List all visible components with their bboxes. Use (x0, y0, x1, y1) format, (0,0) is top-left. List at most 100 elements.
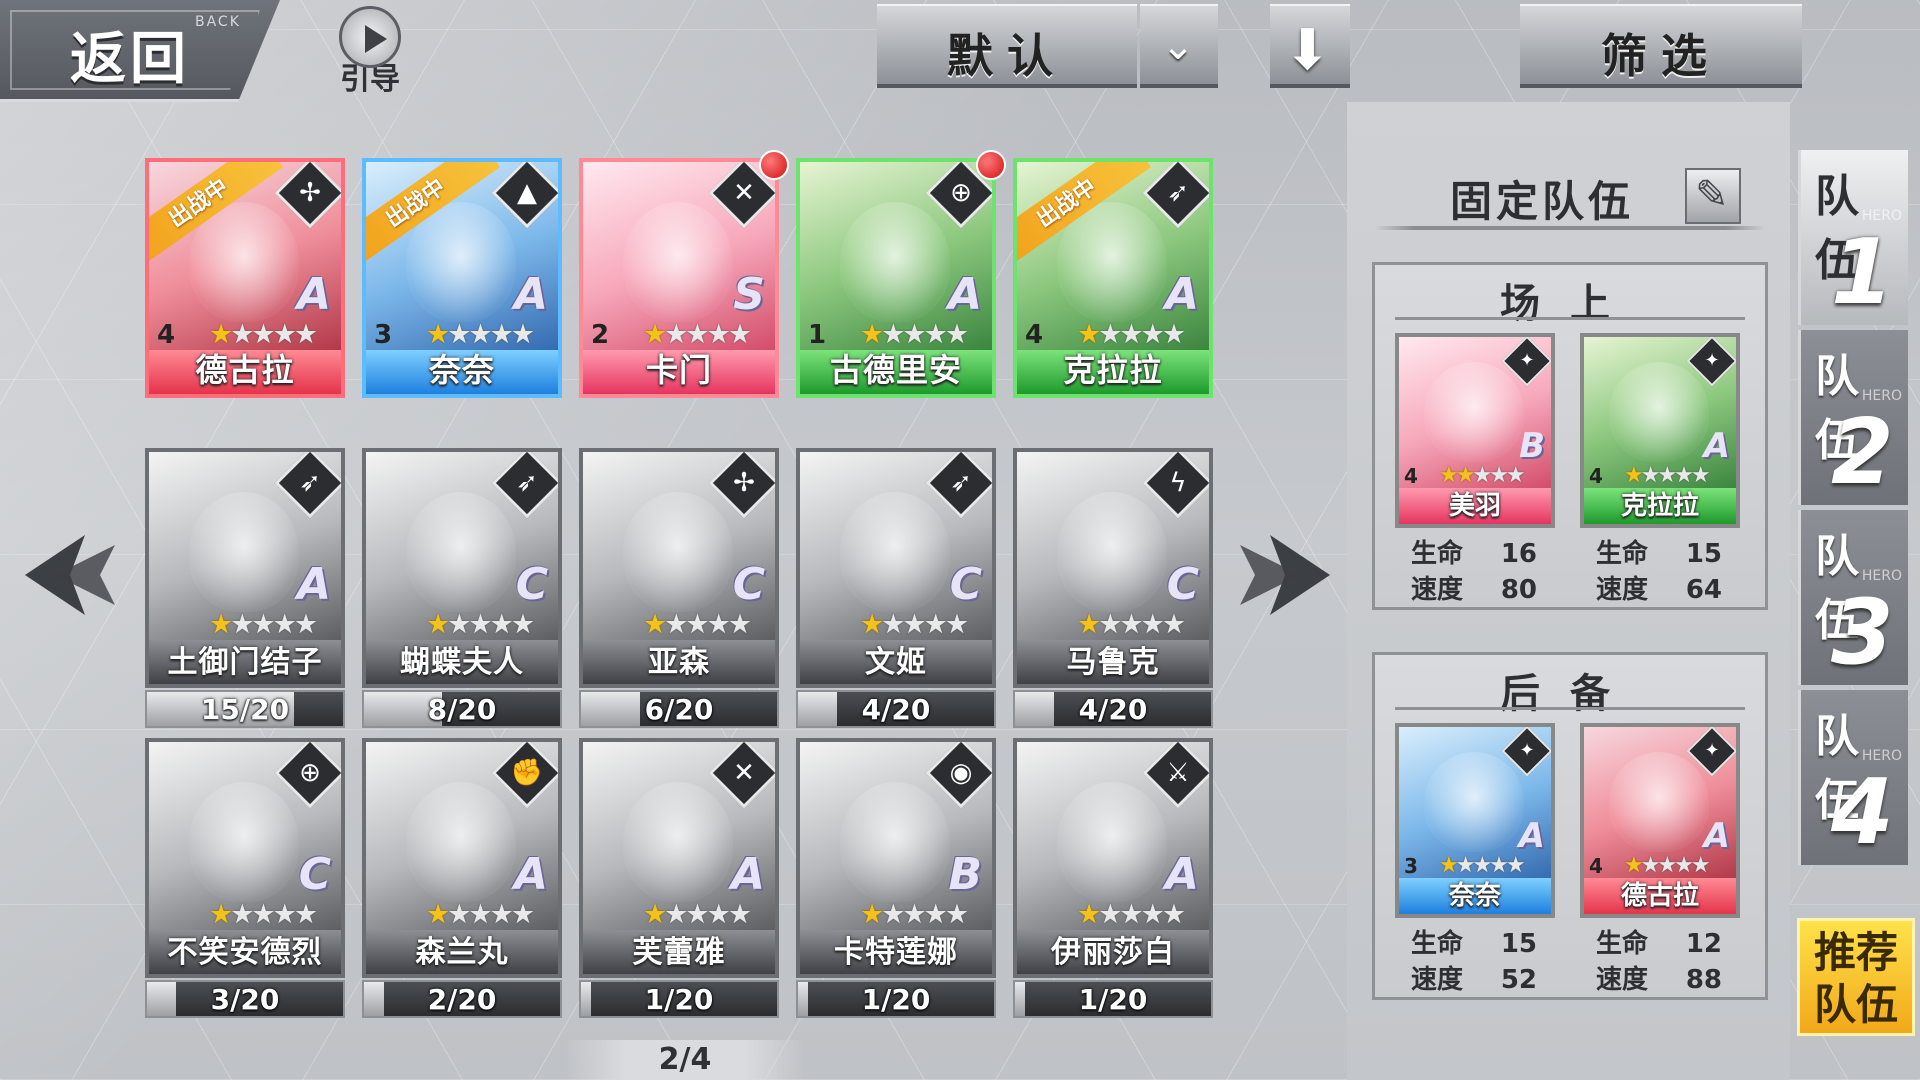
progress-text: 1/20 (644, 983, 714, 1016)
hero-name: 土御门结子 (167, 645, 323, 680)
chevron-down-icon: ⌄ (1161, 23, 1195, 69)
team-tab-number: 2 (1831, 400, 1894, 505)
team-member-card[interactable]: ✦ A 4 ★★★★★ 克拉拉 (1580, 333, 1740, 528)
stat-hp-label: 生命 (1411, 929, 1464, 959)
recommended-label-1: 推荐 (1813, 928, 1898, 977)
hero-stats: 生命 16 速度 80 (1397, 533, 1567, 605)
hero-card[interactable]: ✕ S 2 ★★★★★ 卡门 (579, 158, 779, 398)
hero-name: 蝴蝶夫人 (400, 645, 524, 680)
stat-speed-value: 64 (1685, 575, 1722, 605)
field-divider (1395, 317, 1745, 320)
team-tab-1[interactable]: 队伍 HERO 1 (1798, 150, 1908, 325)
recommended-team-button[interactable]: 推荐 队伍 (1797, 918, 1915, 1036)
guide-button[interactable]: 引导 (330, 6, 410, 97)
hero-card[interactable]: ➶ A ★★★★★ 土御门结子 (145, 448, 345, 688)
rank-badge: C (732, 559, 765, 610)
team-tab-number: 3 (1831, 580, 1894, 685)
star-rating: ★★★★★ (1077, 609, 1186, 640)
play-icon (339, 6, 401, 68)
filter-label: 筛选 (1601, 29, 1721, 83)
team-tab-3[interactable]: 队伍 HERO 3 (1798, 510, 1908, 685)
team-tab-2[interactable]: 队伍 HERO 2 (1798, 330, 1908, 505)
hero-stats: 生命 12 速度 88 (1582, 923, 1752, 995)
stat-hp-value: 15 (1500, 929, 1537, 959)
hero-card[interactable]: ⊕ A 1 ★★★★★ 古德里安 (796, 158, 996, 398)
hero-card[interactable]: ◉ B ★★★★★ 卡特莲娜 (796, 738, 996, 978)
shard-progress-bar: 2/20 (362, 980, 562, 1018)
star-rating: ★★★★★ (1077, 899, 1186, 930)
hero-name: 古德里安 (829, 351, 962, 389)
edit-team-button[interactable]: ✎ (1685, 168, 1741, 224)
star-rating: ★★★★★ (209, 609, 318, 640)
progress-text: 3/20 (210, 983, 280, 1016)
hero-name: 奈奈 (1448, 881, 1501, 911)
team-tab-number: 4 (1831, 760, 1894, 865)
rank-badge: A (513, 269, 548, 320)
hero-name: 不笑安德烈 (167, 935, 323, 970)
hero-name: 卡门 (645, 351, 712, 389)
prev-page-arrow[interactable] (15, 520, 125, 630)
team-member-card[interactable]: ✦ B 4 ★★★★★ 美羽 (1395, 333, 1555, 528)
hero-card[interactable]: ➶ A 4 ★★★★★ 克拉拉 出战中 (1013, 158, 1213, 398)
pencil-icon: ✎ (1695, 172, 1729, 218)
rank-badge: A (296, 269, 331, 320)
progress-text: 6/20 (644, 693, 714, 726)
hero-name: 德古拉 (195, 351, 295, 389)
sort-label: 默认 (947, 29, 1067, 83)
stat-speed-value: 80 (1500, 575, 1537, 605)
shard-progress-bar: 6/20 (579, 690, 779, 728)
star-rating: ★★★★★ (426, 609, 535, 640)
rank-badge: A (1164, 269, 1199, 320)
arrow-left-icon (25, 535, 115, 615)
sort-order-button[interactable]: ⬇ (1270, 4, 1350, 88)
filter-button[interactable]: 筛选 (1520, 4, 1802, 88)
shard-progress-bar: 15/20 (145, 690, 345, 728)
fixed-team-title: 固定队伍 (1450, 177, 1635, 226)
star-rating: ★★★★★ (860, 609, 969, 640)
hero-card[interactable]: ✊ A ★★★★★ 森兰丸 (362, 738, 562, 978)
hero-card[interactable]: ⊕ C ★★★★★ 不笑安德烈 (145, 738, 345, 978)
team-member-card[interactable]: ✦ A 3 ★★★★★ 奈奈 (1395, 723, 1555, 918)
recommended-label-2: 队伍 (1813, 980, 1898, 1029)
reserve-divider (1395, 707, 1745, 710)
notification-dot (759, 150, 789, 180)
next-page-arrow[interactable] (1230, 520, 1340, 630)
hero-card[interactable]: ✕ A ★★★★★ 芙蕾雅 (579, 738, 779, 978)
stat-speed-value: 52 (1500, 965, 1537, 995)
stat-speed-label: 速度 (1596, 965, 1649, 995)
stat-speed-label: 速度 (1596, 575, 1649, 605)
sort-dropdown-toggle[interactable]: ⌄ (1140, 4, 1218, 88)
arrow-down-icon: ⬇ (1284, 18, 1331, 83)
shard-progress-bar: 1/20 (579, 980, 779, 1018)
rank-badge: S (733, 269, 765, 320)
rank-badge: C (298, 849, 331, 900)
back-sub-label: BACK (195, 14, 241, 30)
progress-text: 1/20 (861, 983, 931, 1016)
rank-badge: A (730, 849, 765, 900)
back-button[interactable]: 返回 BACK (0, 0, 280, 102)
hero-card[interactable]: ✢ A 4 ★★★★★ 德古拉 出战中 (145, 158, 345, 398)
arrow-right-icon (1240, 535, 1330, 615)
shard-progress-bar: 1/20 (796, 980, 996, 1018)
hero-name: 美羽 (1448, 491, 1501, 521)
team-tab-4[interactable]: 队伍 HERO 4 (1798, 690, 1908, 865)
team-member-card[interactable]: ✦ A 4 ★★★★★ 德古拉 (1580, 723, 1740, 918)
hero-card[interactable]: ➶ C ★★★★★ 文姬 (796, 448, 996, 688)
shard-progress-bar: 3/20 (145, 980, 345, 1018)
rank-badge: A (1703, 426, 1730, 466)
hero-name: 马鲁克 (1066, 645, 1160, 680)
hero-card[interactable]: ⚔ A ★★★★★ 伊丽莎白 (1013, 738, 1213, 978)
hero-name: 森兰丸 (415, 935, 509, 970)
hero-card[interactable]: ✢ C ★★★★★ 亚森 (579, 448, 779, 688)
rank-badge: C (515, 559, 548, 610)
hero-card[interactable]: ▲ A 3 ★★★★★ 奈奈 出战中 (362, 158, 562, 398)
rank-badge: B (948, 849, 982, 900)
stat-hp-value: 15 (1685, 539, 1722, 569)
hero-name: 亚森 (648, 645, 710, 680)
hero-card[interactable]: ϟ C ★★★★★ 马鲁克 (1013, 448, 1213, 688)
rank-badge: A (947, 269, 982, 320)
hero-card[interactable]: ➶ C ★★★★★ 蝴蝶夫人 (362, 448, 562, 688)
reserve-team-box: 后备 ✦ A 3 ★★★★★ 奈奈 生命 15 速度 52 ✦ A 4 ★★★★★ 德古拉 生命 12 速度 88 (1372, 652, 1768, 1000)
sort-dropdown[interactable]: 默认 (877, 4, 1137, 88)
stat-speed-label: 速度 (1411, 575, 1464, 605)
